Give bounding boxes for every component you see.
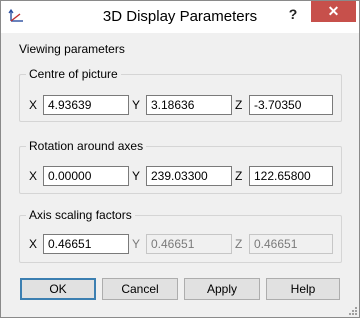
scaling-z-label: Z [235, 237, 243, 251]
centre-z-label: Z [235, 98, 243, 112]
scaling-legend: Axis scaling factors [26, 208, 135, 222]
viewing-parameters-label: Viewing parameters [19, 42, 125, 56]
rotation-legend: Rotation around axes [26, 139, 147, 153]
rotation-z-label: Z [235, 169, 243, 183]
scaling-y-label: Y [132, 237, 141, 251]
rotation-y-label: Y [132, 169, 141, 183]
scaling-x-input[interactable] [43, 234, 129, 254]
centre-legend: Centre of picture [26, 67, 121, 81]
centre-x-input[interactable] [43, 95, 129, 115]
cancel-button[interactable]: Cancel [102, 278, 178, 300]
window-title: 3D Display Parameters [102, 8, 258, 25]
dialog-body: Viewing parameters Centre of picture X Y… [1, 33, 359, 317]
rotation-x-input[interactable] [43, 166, 129, 186]
dialog-window: 3D Display Parameters ? ✕ Viewing parame… [0, 0, 360, 318]
resize-grip-icon[interactable] [347, 305, 357, 315]
rotation-z-input[interactable] [249, 166, 333, 186]
apply-button[interactable]: Apply [184, 278, 260, 300]
centre-z-input[interactable] [249, 95, 333, 115]
rotation-group: Rotation around axes X Y Z [19, 139, 342, 194]
scaling-y-input [146, 234, 232, 254]
scaling-x-label: X [29, 237, 38, 251]
centre-group: Centre of picture X Y Z [19, 67, 342, 122]
ok-button[interactable]: OK [20, 278, 96, 300]
close-button[interactable]: ✕ [311, 1, 356, 22]
scaling-group: Axis scaling factors X Y Z [19, 208, 342, 263]
centre-x-label: X [29, 98, 38, 112]
rotation-x-label: X [29, 169, 38, 183]
centre-y-input[interactable] [146, 95, 232, 115]
title-bar[interactable]: 3D Display Parameters ? ✕ [1, 1, 359, 33]
scaling-z-input [249, 234, 333, 254]
title-help-button[interactable]: ? [281, 3, 305, 25]
rotation-y-input[interactable] [146, 166, 232, 186]
help-button[interactable]: Help [266, 278, 340, 300]
centre-y-label: Y [132, 98, 141, 112]
